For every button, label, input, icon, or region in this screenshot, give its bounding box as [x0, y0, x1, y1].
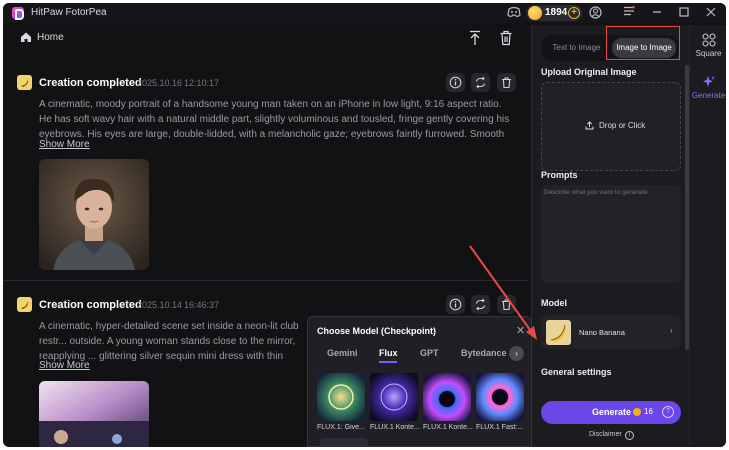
chevron-right-icon[interactable]: › [509, 346, 524, 361]
upload-button-label: Drop or Click [599, 121, 646, 130]
trash-icon [502, 299, 511, 311]
coin-icon [528, 6, 542, 20]
generated-image[interactable] [39, 381, 149, 447]
choose-model-popup: Choose Model (Checkpoint) ✕ Gemini Flux … [307, 316, 532, 447]
show-more-link[interactable]: Show More [39, 360, 90, 371]
banana-model-icon [17, 297, 32, 312]
tab-bytedance[interactable]: Bytedance [461, 348, 507, 358]
tab-text-to-image[interactable]: Text to Image [545, 38, 608, 58]
home-toolbar: Home [3, 25, 528, 53]
delete-button[interactable] [497, 295, 516, 314]
card-title: Creation completed [39, 299, 142, 311]
popup-title: Choose Model (Checkpoint) [317, 326, 436, 336]
card-date: 2025.10.14 [137, 300, 183, 310]
chevron-right-icon: › [670, 326, 673, 335]
prompts-section-label: Prompts [541, 170, 578, 180]
model-card-name: FLUX.1 Fast:... [476, 424, 524, 431]
app-title: HitPaw FotorPea [31, 7, 107, 18]
scroll-to-top-icon[interactable] [468, 30, 482, 46]
sparkle-icon [702, 76, 715, 87]
info-button[interactable] [446, 295, 465, 314]
side-rail: Square Generate [689, 25, 726, 447]
model-card-thumbnail[interactable] [476, 373, 524, 421]
home-icon[interactable] [20, 31, 32, 43]
account-icon[interactable] [588, 6, 602, 20]
card-time: 16:46:37 [184, 300, 220, 310]
card-date: 2025.10.16 [137, 78, 183, 88]
regenerate-button[interactable] [471, 295, 490, 314]
close-icon[interactable] [704, 6, 718, 20]
general-settings-label[interactable]: General settings [541, 367, 612, 377]
regenerate-icon [475, 76, 486, 89]
model-card-thumbnail[interactable] [320, 438, 368, 447]
model-card-name: FLUX.1 Konte... [370, 424, 420, 431]
annotation-highlight-box [606, 26, 680, 60]
model-thumbnail [546, 320, 571, 345]
model-section-label: Model [541, 298, 567, 308]
minimize-icon[interactable] [650, 6, 664, 20]
generate-label: Generate [592, 407, 632, 417]
info-icon [449, 298, 462, 311]
upload-icon [585, 121, 594, 130]
add-coins-icon[interactable]: + [568, 7, 580, 19]
title-bar: HitPaw FotorPea 1894 + [3, 3, 726, 23]
tab-flux[interactable]: Flux [379, 348, 398, 358]
regenerate-button[interactable] [471, 73, 490, 92]
card-prompt: A cinematic, hyper-detailed scene set in… [39, 321, 299, 362]
card-time: 12:10:17 [184, 78, 220, 88]
menu-icon[interactable] [622, 6, 636, 20]
delete-button[interactable] [497, 73, 516, 92]
generation-panel: Text to Image Image to Image Upload Orig… [531, 25, 685, 447]
model-card-name: FLUX.1 Konte... [423, 424, 473, 431]
rail-item-square[interactable]: Square [690, 33, 726, 58]
coin-balance[interactable]: 1894 + [526, 5, 582, 21]
app-logo-icon [12, 7, 24, 20]
model-card-name: FLUX.1: Give... [317, 424, 365, 431]
tab-gemini[interactable]: Gemini [327, 348, 358, 358]
info-button[interactable] [446, 73, 465, 92]
help-icon[interactable]: ? [662, 406, 674, 418]
maximize-icon[interactable] [677, 6, 691, 20]
prompt-placeholder: Describe what you want to generate [544, 189, 648, 196]
prompt-input[interactable]: Describe what you want to generate [541, 185, 681, 283]
model-card-thumbnail[interactable] [423, 373, 471, 421]
generated-image[interactable] [39, 159, 149, 270]
creation-card: Creation completed 2025.10.16 12:10:17 A… [3, 59, 528, 279]
rail-label-generate: Generate [691, 91, 726, 100]
disclaimer-link[interactable]: Disclaimer [589, 431, 622, 438]
close-icon[interactable]: ✕ [516, 324, 525, 337]
tab-gpt[interactable]: GPT [420, 348, 439, 358]
regenerate-icon [475, 298, 486, 311]
upload-section-label: Upload Original Image [541, 67, 637, 77]
banana-model-icon [17, 75, 32, 90]
rail-item-generate[interactable]: Generate [690, 75, 726, 100]
model-name: Nano Banana [579, 328, 625, 337]
generate-cost: 16 [644, 407, 653, 416]
model-card-thumbnail[interactable] [370, 373, 418, 421]
active-tab-indicator [379, 361, 397, 363]
upload-dropzone[interactable]: Drop or Click [541, 82, 681, 171]
coin-count: 1894 [545, 7, 568, 18]
generate-button[interactable]: Generate 16 ? [541, 401, 681, 424]
info-icon[interactable]: i [625, 431, 634, 440]
coin-icon [633, 408, 641, 416]
discord-icon[interactable] [507, 6, 521, 20]
home-link[interactable]: Home [37, 32, 64, 43]
delete-all-icon[interactable] [499, 30, 513, 46]
trash-icon [502, 77, 511, 89]
card-prompt: A cinematic, moody portrait of a handsom… [39, 99, 510, 140]
model-selector[interactable]: Nano Banana › [541, 315, 681, 349]
show-more-link[interactable]: Show More [39, 139, 90, 150]
info-icon [449, 76, 462, 89]
card-title: Creation completed [39, 77, 142, 89]
square-icon [701, 33, 716, 47]
model-card-thumbnail[interactable] [317, 373, 365, 421]
app-window: HitPaw FotorPea 1894 + Home Creation com… [3, 3, 726, 447]
rail-label-square: Square [695, 49, 722, 58]
